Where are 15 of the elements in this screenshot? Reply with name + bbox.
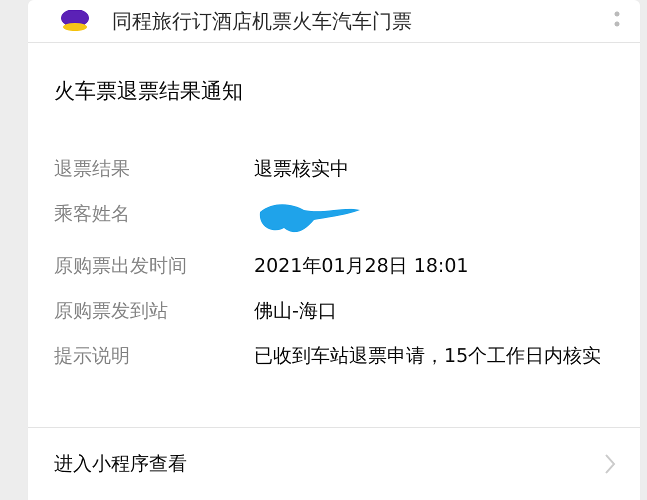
field-label: 原购票发到站 [54, 299, 169, 324]
field-label: 乘客姓名 [54, 202, 131, 227]
field-label: 退票结果 [54, 157, 131, 182]
field-label: 原购票出发时间 [54, 254, 188, 279]
logo-icon [58, 10, 92, 32]
link-text: 进入小程序查看 [54, 452, 187, 477]
notice-title: 火车票退票结果通知 [54, 78, 244, 105]
mini-program-link[interactable]: 进入小程序查看 [28, 428, 640, 500]
field-value: 退票核实中 [254, 157, 350, 182]
field-label: 提示说明 [54, 344, 131, 369]
field-value: 2021年01月28日 18:01 [254, 254, 470, 279]
field-value: 已收到车站退票申请，15个工作日内核实 [254, 344, 602, 369]
account-name: 同程旅行订酒店机票火车汽车门票 [112, 8, 413, 34]
chevron-right-icon [604, 453, 616, 475]
field-value: 佛山-海口 [254, 299, 338, 324]
